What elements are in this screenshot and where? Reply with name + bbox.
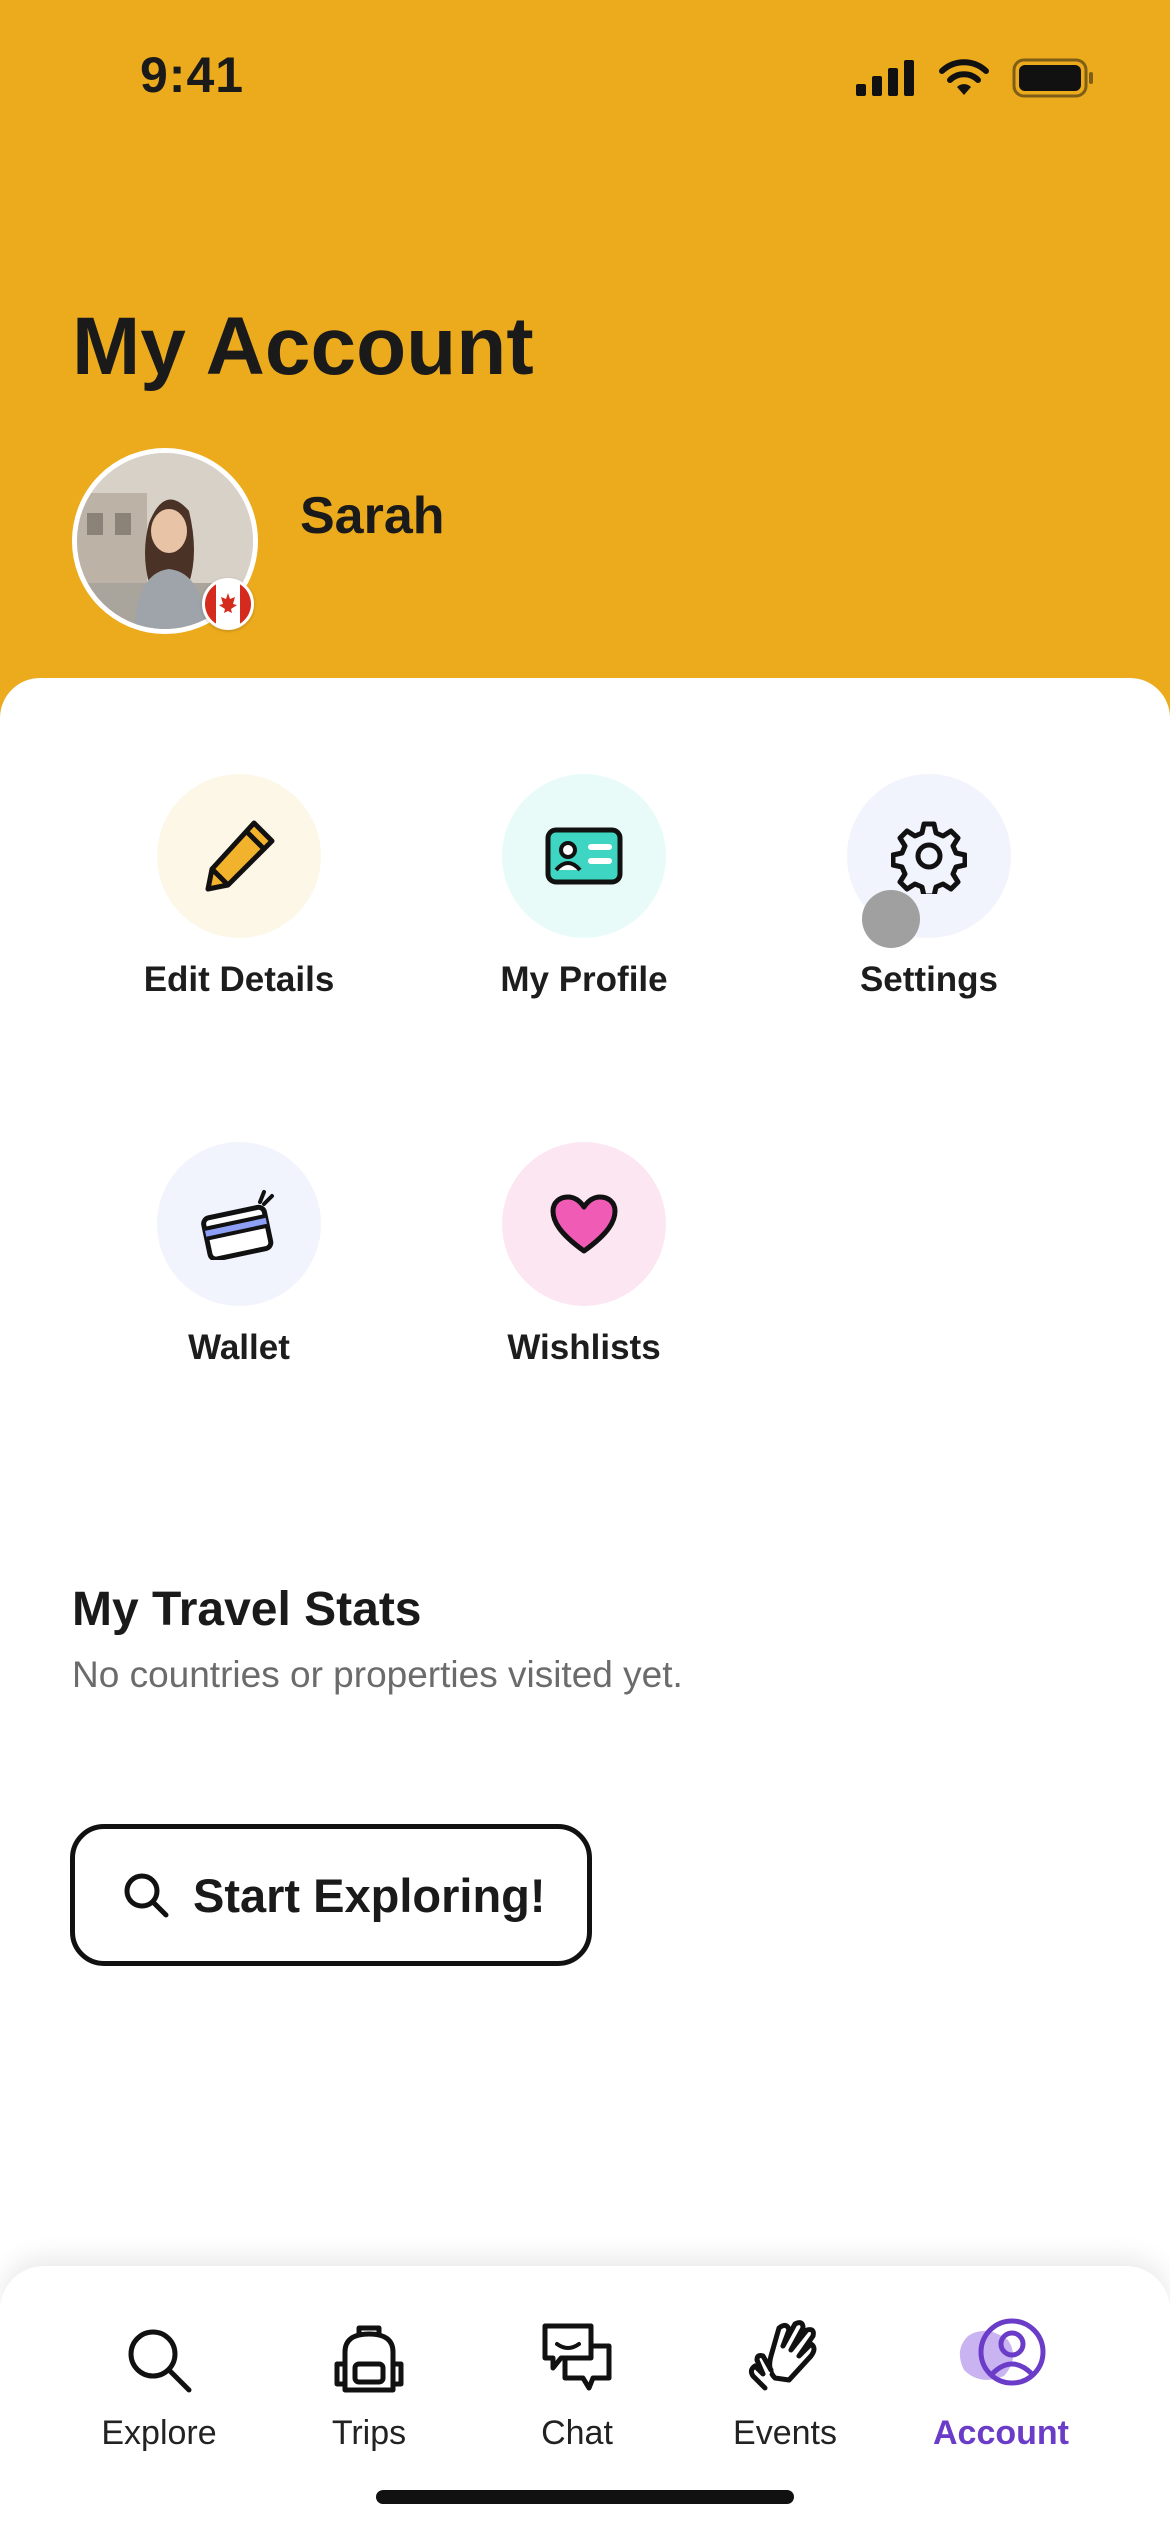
touch-indicator [862, 890, 920, 948]
start-exploring-label: Start Exploring! [193, 1868, 546, 1922]
wifi-icon [939, 59, 989, 95]
tab-events-label: Events [733, 2414, 837, 2452]
battery-icon [1012, 58, 1093, 98]
signal-icon [856, 60, 914, 96]
search-icon [124, 1873, 169, 1918]
chat-bubbles-icon [542, 2323, 612, 2391]
wallet-icon-circle [157, 1142, 321, 1306]
settings-button[interactable]: Settings [779, 774, 1079, 1000]
tab-chat[interactable]: Chat [482, 2306, 672, 2453]
tab-trips-label: Trips [331, 2414, 407, 2452]
status-time: 9:41 [140, 47, 245, 103]
gear-icon [891, 821, 967, 894]
credit-card-icon [201, 1190, 274, 1260]
my-profile-label: My Profile [500, 960, 668, 999]
my-profile-button[interactable]: My Profile [434, 774, 734, 1000]
heart-icon [550, 1194, 618, 1254]
tab-events[interactable]: Events [690, 2306, 880, 2453]
status-icons [856, 58, 1094, 98]
my-profile-icon-circle [502, 774, 666, 938]
id-card-icon [545, 827, 623, 885]
user-name: Sarah [300, 487, 445, 545]
wishlists-button[interactable]: Wishlists [434, 1142, 734, 1368]
tab-account[interactable]: Account [906, 2306, 1096, 2453]
page-title: My Account [72, 301, 534, 392]
wallet-label: Wallet [188, 1328, 290, 1367]
wishlists-label: Wishlists [507, 1328, 661, 1367]
edit-details-icon-circle [157, 774, 321, 938]
tab-trips[interactable]: Trips [274, 2306, 464, 2453]
pencil-icon [205, 820, 275, 892]
tab-chat-label: Chat [541, 2414, 613, 2452]
home-indicator [376, 2490, 794, 2504]
wishlists-icon-circle [502, 1142, 666, 1306]
waving-hands-icon [748, 2320, 817, 2391]
settings-label: Settings [859, 960, 999, 999]
start-exploring-button[interactable]: Start Exploring! [70, 1824, 592, 1966]
backpack-icon [334, 2325, 404, 2393]
travel-stats-title: My Travel Stats [72, 1583, 422, 1636]
search-icon [128, 2329, 192, 2393]
canada-flag-icon [202, 578, 254, 630]
wallet-button[interactable]: Wallet [89, 1142, 389, 1368]
edit-details-button[interactable]: Edit Details [89, 774, 389, 1000]
travel-stats-subtitle: No countries or properties visited yet. [72, 1654, 683, 1695]
user-circle-icon [959, 2318, 1046, 2386]
tab-account-label: Account [933, 2414, 1069, 2452]
tab-explore[interactable]: Explore [64, 2306, 254, 2453]
tab-explore-label: Explore [101, 2414, 217, 2452]
edit-details-label: Edit Details [143, 960, 335, 999]
